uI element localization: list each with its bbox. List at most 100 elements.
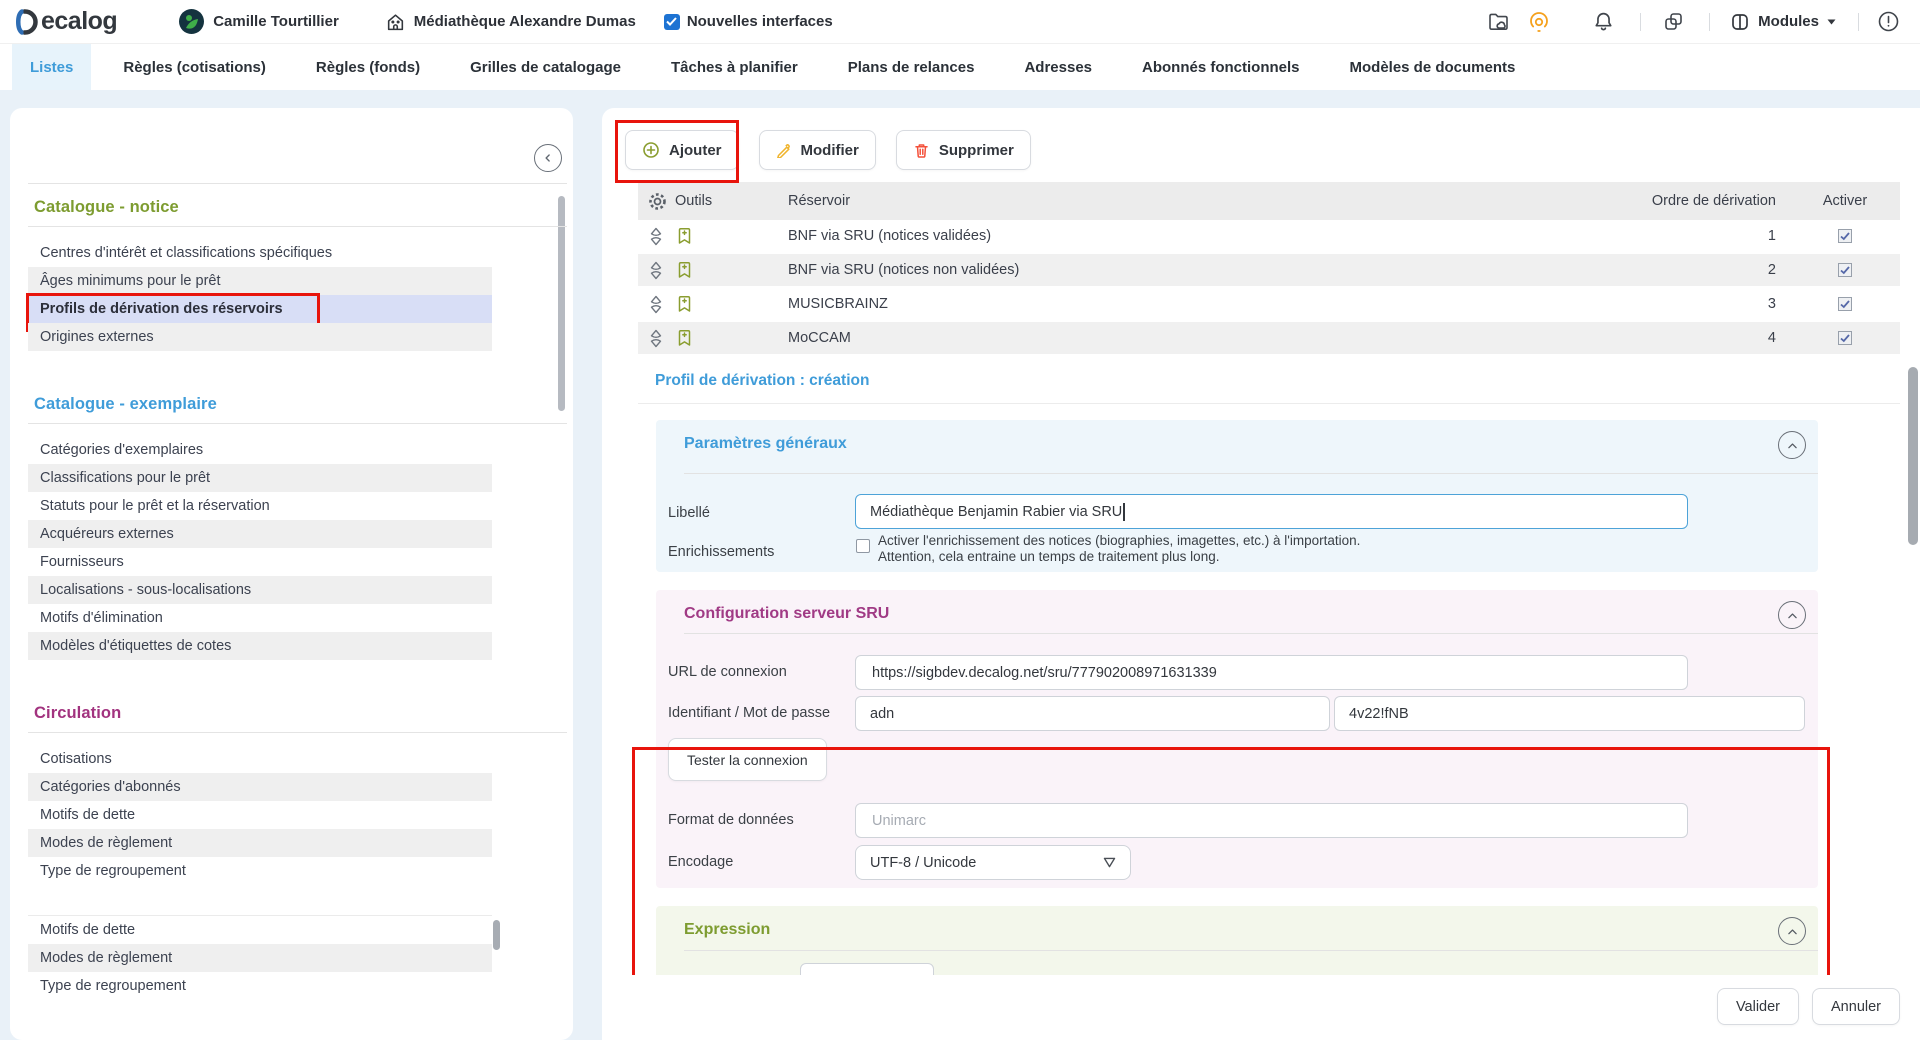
tab-label: Modèles de documents xyxy=(1350,59,1516,76)
reorder-icon[interactable] xyxy=(648,329,664,348)
tab-item[interactable]: Règles (cotisations) xyxy=(105,44,284,90)
sidebar-item[interactable]: Profils de dérivation des réservoirs xyxy=(28,295,492,323)
current-library[interactable]: Médiathèque Alexandre Dumas xyxy=(385,11,636,32)
tab-item[interactable]: Modèles de documents xyxy=(1332,44,1534,90)
tab-item[interactable]: Grilles de catalogage xyxy=(452,44,639,90)
bookmark-plus-icon[interactable] xyxy=(677,261,692,279)
collapse-panel-button[interactable] xyxy=(1778,601,1806,629)
sidebar-item[interactable]: Classifications pour le prêt xyxy=(28,464,492,492)
sidebar-item[interactable]: Motifs d'élimination xyxy=(28,604,492,632)
table-row[interactable]: BNF via SRU (notices non validées) 2 xyxy=(638,254,1900,288)
activate-checkbox[interactable] xyxy=(1838,331,1852,345)
sidebar-item[interactable]: Catégories d'abonnés xyxy=(28,773,492,801)
table-row[interactable]: MoCCAM 4 xyxy=(638,322,1900,356)
delete-button-label: Supprimer xyxy=(939,142,1014,159)
bookmark-plus-icon[interactable] xyxy=(677,295,692,313)
validate-button[interactable]: Valider xyxy=(1717,988,1799,1025)
sidebar-item[interactable]: Localisations - sous-localisations xyxy=(28,576,492,604)
sidebar-list-scrollbar-thumb[interactable] xyxy=(493,920,500,950)
encoding-value: UTF-8 / Unicode xyxy=(870,855,976,871)
tab-item[interactable]: Adresses xyxy=(1006,44,1110,90)
activate-checkbox[interactable] xyxy=(1838,297,1852,311)
collapse-panel-button[interactable] xyxy=(1778,431,1806,459)
tab-label: Règles (fonds) xyxy=(316,59,420,76)
tab-item[interactable]: Règles (fonds) xyxy=(298,44,438,90)
sidebar-extra-list: Motifs de dette Modes de règlement Type … xyxy=(28,915,492,1000)
sidebar-item[interactable]: Modes de règlement xyxy=(28,829,492,857)
sidebar-item[interactable]: Modèles d'étiquettes de cotes xyxy=(28,632,492,660)
activate-checkbox[interactable] xyxy=(1838,229,1852,243)
edit-button-label: Modifier xyxy=(801,142,859,159)
sidebar-collapse-button[interactable] xyxy=(534,144,562,172)
label-enrichissements: Enrichissements xyxy=(668,544,774,560)
expression-partial-input[interactable] xyxy=(800,963,934,975)
divider xyxy=(684,950,1818,951)
column-header-order[interactable]: Ordre de dérivation xyxy=(1620,193,1790,209)
column-header-tools[interactable]: Outils xyxy=(675,193,712,209)
current-user[interactable]: Camille Tourtillier xyxy=(179,9,339,34)
sidebar-item[interactable]: Origines externes xyxy=(28,323,492,351)
sru-login-input[interactable]: adn xyxy=(855,696,1330,731)
sidebar-scrollbar-thumb[interactable] xyxy=(558,196,565,411)
alert-info-icon[interactable] xyxy=(1877,10,1900,33)
main-scroll-viewport: Ajouter Modifier Supprim xyxy=(602,108,1920,975)
divider xyxy=(28,183,567,184)
sidebar-item[interactable]: Modes de règlement xyxy=(28,944,492,972)
data-format-input[interactable]: Unimarc xyxy=(855,803,1688,838)
reorder-icon[interactable] xyxy=(648,261,664,280)
panel-title: Paramètres généraux xyxy=(684,435,847,453)
collapse-panel-button[interactable] xyxy=(1778,917,1806,945)
sru-url-input[interactable]: https://sigbdev.decalog.net/sru/77790200… xyxy=(855,655,1688,690)
bell-icon[interactable] xyxy=(1593,11,1614,33)
sidebar-item[interactable]: Motifs de dette xyxy=(28,801,492,829)
libelle-input[interactable]: Médiathèque Benjamin Rabier via SRU xyxy=(855,494,1688,529)
tab-label: Abonnés fonctionnels xyxy=(1142,59,1300,76)
encoding-select[interactable]: UTF-8 / Unicode xyxy=(855,845,1131,880)
sru-password-input[interactable]: 4v22!fNB xyxy=(1334,696,1805,731)
checked-checkbox-icon[interactable] xyxy=(664,14,680,30)
cancel-button[interactable]: Annuler xyxy=(1812,988,1900,1025)
new-interfaces-toggle[interactable]: Nouvelles interfaces xyxy=(664,13,833,30)
divider xyxy=(684,473,1818,474)
sidebar-list: Centres d'intérêt et classifications spé… xyxy=(28,239,492,351)
column-header-activate[interactable]: Activer xyxy=(1790,193,1900,209)
sidebar-item[interactable]: Âges minimums pour le prêt xyxy=(28,267,492,295)
tab-item[interactable]: Plans de relances xyxy=(830,44,993,90)
divider xyxy=(1640,13,1641,31)
sidebar-item[interactable]: Type de regroupement xyxy=(28,857,492,885)
label-identifiant: Identifiant / Mot de passe xyxy=(668,705,830,721)
sidebar-item[interactable]: Statuts pour le prêt et la réservation xyxy=(28,492,492,520)
text-caret xyxy=(1123,503,1125,521)
main-tab-bar: Listes Règles (cotisations) Règles (fond… xyxy=(0,44,1920,90)
topbar-actions: Modules xyxy=(1487,10,1900,34)
sidebar-item[interactable]: Fournisseurs xyxy=(28,548,492,576)
delete-button[interactable]: Supprimer xyxy=(896,130,1031,170)
reorder-icon[interactable] xyxy=(648,295,664,314)
sidebar-item[interactable]: Motifs de dette xyxy=(28,916,492,944)
sidebar-item[interactable]: Acquéreurs externes xyxy=(28,520,492,548)
edit-button[interactable]: Modifier xyxy=(759,130,876,170)
sidebar-item[interactable]: Centres d'intérêt et classifications spé… xyxy=(28,239,492,267)
sidebar-item[interactable]: Cotisations xyxy=(28,745,492,773)
sidebar-item[interactable]: Catégories d'exemplaires xyxy=(28,436,492,464)
reorder-icon[interactable] xyxy=(648,227,664,246)
page-scrollbar-thumb[interactable] xyxy=(1908,367,1918,545)
windows-copy-icon[interactable] xyxy=(1663,11,1685,33)
modules-menu[interactable]: Modules xyxy=(1730,12,1836,32)
column-header-reservoir[interactable]: Réservoir xyxy=(788,193,1620,209)
sidebar-item[interactable]: Type de regroupement xyxy=(28,972,492,1000)
table-row[interactable]: MUSICBRAINZ 3 xyxy=(638,288,1900,322)
enrichment-line1: Activer l'enrichissement des notices (bi… xyxy=(878,533,1360,549)
tab-item[interactable]: Abonnés fonctionnels xyxy=(1124,44,1318,90)
table-row[interactable]: BNF via SRU (notices validées) 1 xyxy=(638,220,1900,254)
activate-checkbox[interactable] xyxy=(1838,263,1852,277)
listening-icon[interactable] xyxy=(1527,10,1551,34)
bookmark-plus-icon[interactable] xyxy=(677,227,692,245)
tab-item[interactable]: Tâches à planifier xyxy=(653,44,816,90)
enrichment-checkbox[interactable] xyxy=(856,539,870,553)
test-connection-button[interactable]: Tester la connexion xyxy=(668,738,827,781)
add-button[interactable]: Ajouter xyxy=(625,130,739,170)
folder-cloud-icon[interactable] xyxy=(1487,11,1511,33)
tab-item[interactable]: Listes xyxy=(12,44,91,90)
bookmark-plus-icon[interactable] xyxy=(677,329,692,347)
